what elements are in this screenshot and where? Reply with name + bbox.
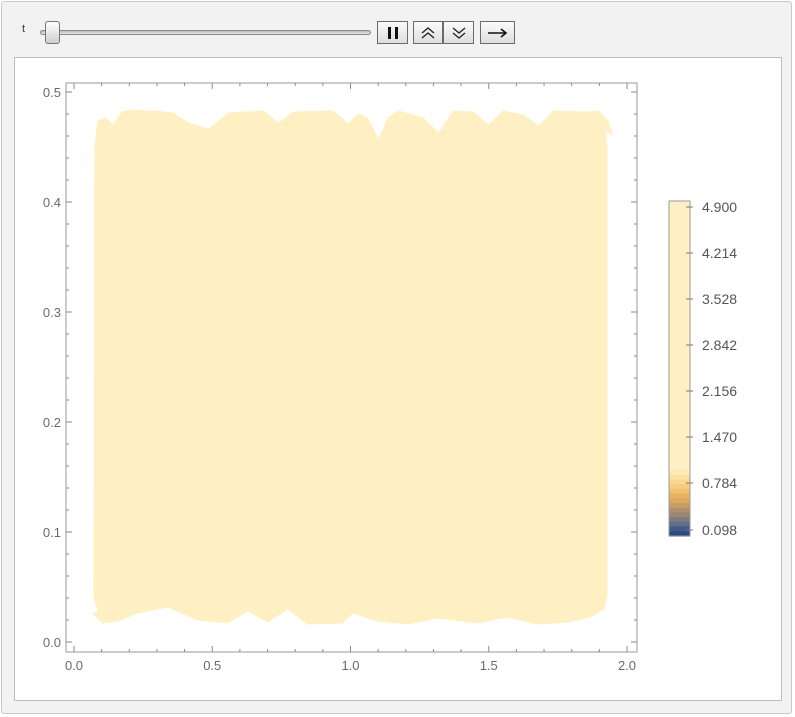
x-tick-label: 1.0 bbox=[341, 658, 359, 673]
colorbar-label: 2.156 bbox=[702, 383, 737, 399]
colorbar-band bbox=[669, 526, 690, 532]
contour-plot: 0.0 0.5 1.0 1.5 2.0 0.0 0.1 0.2 0.3 0.4 0.5 4.900 4.… bbox=[43, 82, 737, 673]
y-tick-label: 0.5 bbox=[43, 85, 61, 100]
y-tick-label: 0.1 bbox=[43, 525, 61, 540]
colorbar-band bbox=[669, 503, 690, 509]
colorbar-label: 2.842 bbox=[702, 337, 737, 353]
colorbar-label: 4.214 bbox=[702, 245, 737, 261]
colorbar-band bbox=[669, 507, 690, 514]
colorbar-label: 3.528 bbox=[702, 291, 737, 307]
colorbar-label: 4.900 bbox=[702, 199, 737, 215]
x-tick-label: 0.0 bbox=[65, 658, 83, 673]
colorbar-band bbox=[669, 512, 690, 518]
colorbar-band bbox=[669, 470, 690, 476]
x-tick-label: 1.5 bbox=[480, 658, 498, 673]
colorbar-label: 0.784 bbox=[702, 475, 737, 491]
colorbar-band bbox=[669, 488, 690, 495]
colorbar-band bbox=[669, 498, 690, 504]
colorbar-band bbox=[669, 493, 690, 499]
y-tick-label: 0.3 bbox=[43, 305, 61, 320]
y-tick-label: 0.4 bbox=[43, 195, 61, 210]
colorbar-band bbox=[669, 484, 690, 490]
colorbar-band bbox=[669, 479, 690, 485]
x-tick-label: 2.0 bbox=[618, 658, 636, 673]
x-tick-label: 0.5 bbox=[203, 658, 221, 673]
colorbar-band bbox=[669, 521, 690, 528]
colorbar-top-band bbox=[669, 201, 690, 470]
y-tick-label: 0.2 bbox=[43, 415, 61, 430]
y-tick-label: 0.0 bbox=[43, 635, 61, 650]
colorbar-label: 0.098 bbox=[702, 522, 737, 538]
colorbar-label: 1.470 bbox=[702, 429, 737, 445]
contour-fill-region bbox=[92, 109, 614, 625]
colorbar-band bbox=[669, 474, 690, 481]
colorbar-band bbox=[669, 517, 690, 523]
